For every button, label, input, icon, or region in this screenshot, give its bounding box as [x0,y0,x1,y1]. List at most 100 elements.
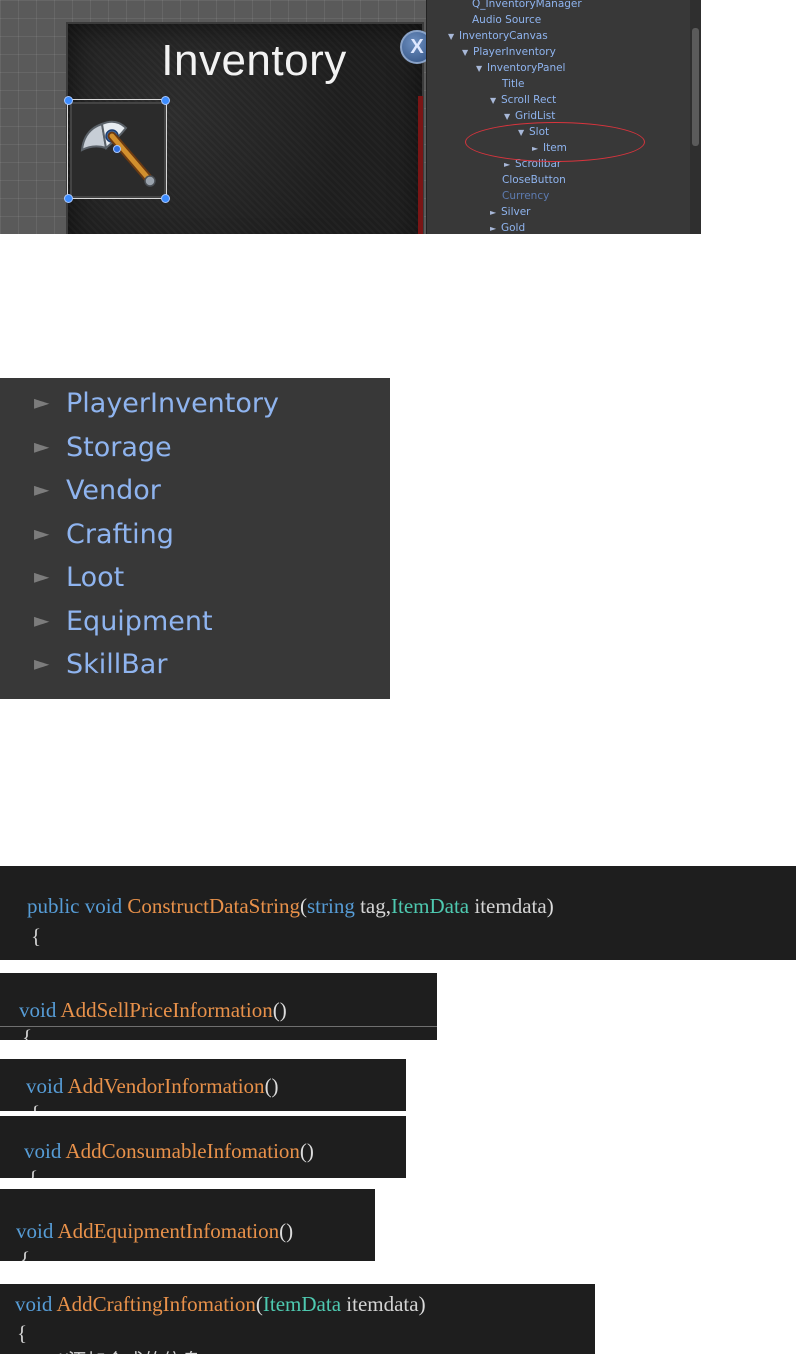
hierarchy-zoom-item[interactable]: ► SkillBar [34,649,167,689]
code-snippet-add-consumable: void AddConsumableInfomation() { [0,1116,406,1178]
hierarchy-zoom-item-label: Loot [66,562,125,593]
pivot-handle[interactable] [113,145,121,153]
hierarchy-item-label: Gold [501,222,526,234]
code-line: void AddEquipmentInfomation() [16,1219,293,1244]
hierarchy-item-label: InventoryCanvas [459,30,548,42]
resize-handle[interactable] [64,96,73,105]
hierarchy-zoom-item[interactable]: ► Vendor [34,475,161,515]
code-keyword: void [19,998,57,1022]
hierarchy-item[interactable]: ▼ Scroll Rect [490,92,556,108]
hierarchy-zoom-panel: ► PlayerInventory ► Storage ► Vendor ► Crafting… [0,378,390,699]
code-keyword: public [27,894,80,918]
highlight-ellipse [465,122,645,162]
resize-handle[interactable] [161,96,170,105]
code-function-name: AddConsumableInfomation [65,1139,300,1163]
collapse-arrow-icon[interactable]: ► [34,477,66,501]
inventory-title: Inventory [161,36,347,85]
collapse-arrow-icon[interactable]: ► [490,205,501,221]
hierarchy-zoom-item-label: PlayerInventory [66,388,279,419]
collapse-arrow-icon[interactable]: ► [34,521,66,545]
code-type: ItemData [262,1292,342,1316]
hierarchy-zoom-item[interactable]: ► Loot [34,562,124,602]
code-punctuation: () [299,1139,314,1163]
code-comment: //添加合成的信息 [55,1346,201,1354]
hierarchy-zoom-item[interactable]: ► Equipment [34,606,213,646]
hierarchy-item-label: Silver [501,206,531,218]
hierarchy-item-label: Scroll Rect [501,94,557,106]
hierarchy-zoom-item[interactable]: ► Storage [34,432,172,472]
collapse-arrow-icon[interactable]: ► [34,608,66,632]
code-brace: { [30,1101,40,1111]
code-line: void AddVendorInformation() [26,1074,279,1099]
hierarchy-item-label: InventoryPanel [487,62,566,74]
code-brace: { [31,924,42,948]
code-punctuation: ( [255,1292,263,1316]
code-punctuation: ) [546,894,554,918]
code-brace: { [22,1025,33,1040]
hierarchy-item-label: Currency [502,190,550,202]
hierarchy-item-label: Audio Source [472,14,542,26]
hierarchy-zoom-item-label: SkillBar [66,649,168,680]
resize-handle[interactable] [64,194,73,203]
code-brace: { [28,1166,39,1178]
expand-arrow-icon[interactable]: ▼ [476,61,487,77]
code-identifier: itemdata [346,1292,419,1316]
hierarchy-item-label: CloseButton [502,174,566,186]
hierarchy-item[interactable]: Title [502,76,525,92]
code-function-name: AddSellPriceInformation [60,998,273,1022]
hierarchy-item[interactable]: Currency [502,188,549,204]
hierarchy-item[interactable]: ▼ InventoryCanvas [448,28,548,44]
code-brace: { [17,1321,28,1345]
hierarchy-panel: Q_InventoryManager Audio Source ▼ Inventory… [426,0,701,234]
code-identifier: itemdata [474,894,547,918]
code-keyword: void [26,1074,64,1098]
hierarchy-item-label: Title [502,78,525,90]
expand-arrow-icon[interactable]: ▼ [448,29,459,45]
code-line: public void ConstructDataString(string t… [27,894,554,919]
code-brace: { [20,1247,31,1261]
resize-handle[interactable] [161,194,170,203]
unity-editor-panel: Inventory X Q_InventoryManager Audio Sour… [0,0,701,234]
hierarchy-zoom-item-label: Crafting [66,518,174,550]
code-type: ItemData [391,894,470,918]
collapse-arrow-icon[interactable]: ► [34,434,66,458]
collapse-arrow-icon[interactable]: ► [490,221,501,234]
hierarchy-zoom-item-label: Vendor [66,475,161,506]
code-keyword: void [15,1292,53,1316]
hierarchy-item-label: GridList [515,110,556,122]
code-line: void AddSellPriceInformation() [19,998,287,1023]
code-snippet-add-crafting: void AddCraftingInfomation(ItemData item… [0,1284,595,1354]
hierarchy-zoom-item-label: Storage [66,431,172,463]
hierarchy-item[interactable]: ► Gold [490,220,525,234]
code-line: void AddCraftingInfomation(ItemData item… [15,1292,426,1317]
code-keyword: void [24,1139,62,1163]
expand-arrow-icon[interactable]: ▼ [490,93,501,109]
code-function-name: AddVendorInformation [67,1074,265,1098]
expand-arrow-icon[interactable]: ▼ [504,109,515,125]
collapse-arrow-icon[interactable]: ► [34,564,66,588]
hierarchy-scroll-thumb[interactable] [692,28,699,146]
code-snippet-add-vendor: void AddVendorInformation() { [0,1059,406,1111]
code-function-name: AddEquipmentInfomation [57,1219,280,1243]
scrollbar-track [418,96,423,234]
hierarchy-item[interactable]: Audio Source [472,12,541,28]
hierarchy-zoom-item[interactable]: ► PlayerInventory [34,388,279,428]
code-line: void AddConsumableInfomation() [24,1139,314,1164]
hierarchy-item[interactable]: Q_InventoryManager [472,0,582,12]
code-punctuation: () [279,1219,294,1243]
code-function-name: AddCraftingInfomation [56,1292,256,1316]
code-snippet-add-sell-price: void AddSellPriceInformation() { [0,973,437,1040]
hierarchy-zoom-item[interactable]: ► Crafting [34,519,174,559]
hierarchy-item[interactable]: ▼ PlayerInventory [462,44,556,60]
scene-view[interactable]: Inventory X [0,0,434,234]
expand-arrow-icon[interactable]: ▼ [462,45,473,61]
code-function-name: ConstructDataString [127,894,300,918]
hierarchy-item[interactable]: CloseButton [502,172,566,188]
hierarchy-item[interactable]: ▼ InventoryPanel [476,60,565,76]
collapse-arrow-icon[interactable]: ► [34,651,66,675]
collapse-arrow-icon[interactable]: ► [34,390,66,414]
code-punctuation: ( [300,894,307,918]
hierarchy-zoom-item-label: Equipment [66,605,213,637]
divider-line [0,1026,437,1027]
hierarchy-item[interactable]: ► Silver [490,204,531,220]
